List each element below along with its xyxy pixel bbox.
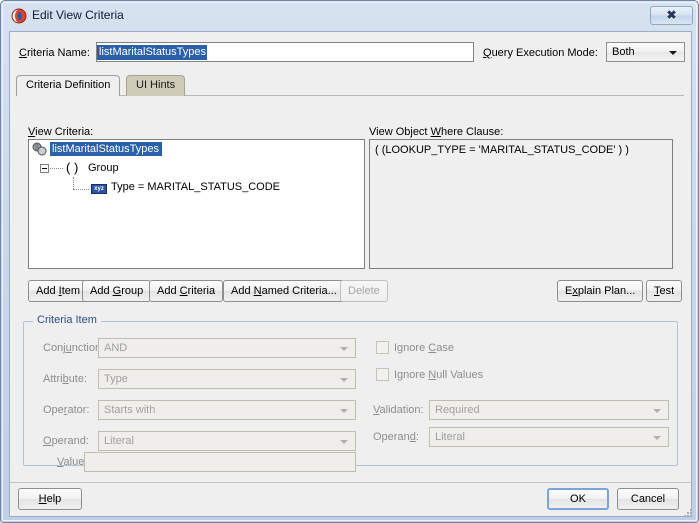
criteria-name-label: Criteria Name:: [19, 47, 90, 59]
attribute-type-icon: xyz: [91, 184, 107, 194]
chevron-down-icon: [669, 51, 677, 55]
tab-criteria-definition[interactable]: Criteria Definition: [16, 75, 121, 96]
operand-right-label: Operand:: [373, 431, 419, 443]
criteria-item-groupbox-title: Criteria Item: [33, 314, 101, 326]
resize-grip[interactable]: [682, 507, 694, 519]
chevron-down-icon: [653, 409, 661, 413]
add-named-criteria-button[interactable]: Add Named Criteria...: [223, 280, 345, 302]
tab-strip: Criteria Definition UI Hints: [16, 75, 684, 96]
add-group-button[interactable]: Add Group: [82, 280, 152, 302]
operand-left-label: Operand:: [43, 435, 89, 447]
view-criteria-tree[interactable]: listMaritalStatusTypes ( ) Group xyz Typ…: [28, 139, 365, 269]
cancel-button[interactable]: Cancel: [617, 488, 679, 510]
operand-left-select: Literal: [98, 431, 356, 451]
tree-item-label: Type = MARITAL_STATUS_CODE: [111, 181, 281, 193]
conjunction-select: AND: [98, 338, 356, 358]
ignore-case-label: Ignore Case: [394, 342, 454, 354]
operand-right-select: Literal: [429, 427, 669, 447]
add-criteria-button[interactable]: Add Criteria: [149, 280, 224, 302]
query-execution-mode-value: Both: [612, 46, 635, 58]
chevron-down-icon: [340, 347, 348, 351]
title-bar[interactable]: Edit View Criteria ✖: [3, 3, 698, 30]
tree-expander-collapse-icon[interactable]: [40, 164, 49, 173]
operator-label: Operator:: [43, 404, 90, 416]
tree-connector: [73, 189, 89, 191]
value-label: Value:: [57, 456, 88, 468]
add-item-button[interactable]: Add Item: [28, 280, 89, 302]
validation-label: Validation:: [373, 404, 424, 416]
tree-connector: [50, 168, 63, 170]
help-button[interactable]: Help: [18, 488, 82, 510]
chevron-down-icon: [340, 378, 348, 382]
view-criteria-label: View Criteria:: [28, 126, 94, 138]
operand-right-value: Literal: [435, 431, 465, 443]
group-paren-icon: ( ): [66, 160, 79, 175]
chevron-down-icon: [340, 409, 348, 413]
tab-criteria-definition-label: Criteria Definition: [26, 79, 111, 91]
operand-left-value: Literal: [104, 435, 134, 447]
attribute-value: Type: [104, 373, 128, 385]
operator-value: Starts with: [104, 404, 156, 416]
ignore-null-values-checkbox: [376, 368, 389, 381]
tree-root-label: listMaritalStatusTypes: [50, 142, 162, 156]
attribute-label: Attribute:: [43, 373, 88, 385]
test-button[interactable]: Test: [646, 280, 683, 302]
conjunction-label: Conjunction:: [43, 342, 105, 354]
tree-row[interactable]: listMaritalStatusTypes: [29, 140, 364, 158]
criteria-name-value: listMaritalStatusTypes: [97, 45, 207, 60]
dialog-window: Edit View Criteria ✖ Criteria Name: list…: [0, 0, 699, 523]
value-input: [84, 452, 356, 472]
footer-separator: [10, 482, 691, 483]
tab-ui-hints[interactable]: UI Hints: [126, 75, 186, 96]
view-object-where-clause-label: View Object Where Clause:: [369, 126, 504, 138]
tree-group-label: Group: [88, 162, 119, 174]
chevron-down-icon: [653, 436, 661, 440]
validation-select: Required: [429, 400, 669, 420]
close-button[interactable]: ✖: [650, 6, 693, 25]
ignore-null-values-label: Ignore Null Values: [394, 369, 484, 381]
attribute-select: Type: [98, 369, 356, 389]
operator-select: Starts with: [98, 400, 356, 420]
ignore-case-checkbox: [376, 341, 389, 354]
tree-connector: [73, 177, 75, 189]
query-execution-mode-label: Query Execution Mode:: [483, 47, 598, 59]
delete-button: Delete: [340, 280, 388, 302]
validation-value: Required: [435, 404, 480, 416]
tree-row[interactable]: ( ) Group: [29, 160, 364, 178]
explain-plan-button[interactable]: Explain Plan...: [557, 280, 644, 302]
jdeveloper-app-icon: [11, 8, 27, 24]
chevron-down-icon: [340, 440, 348, 444]
criteria-name-input[interactable]: listMaritalStatusTypes: [96, 42, 474, 62]
where-clause-text: ( (LOOKUP_TYPE = 'MARITAL_STATUS_CODE' )…: [375, 144, 629, 156]
tree-row[interactable]: xyz Type = MARITAL_STATUS_CODE: [29, 177, 364, 198]
view-object-where-clause-box: ( (LOOKUP_TYPE = 'MARITAL_STATUS_CODE' )…: [369, 139, 673, 269]
ok-button[interactable]: OK: [547, 488, 609, 510]
window-title: Edit View Criteria: [32, 8, 124, 22]
conjunction-value: AND: [104, 342, 128, 354]
criteria-root-icon: [32, 142, 47, 156]
tab-ui-hints-label: UI Hints: [136, 79, 176, 91]
close-icon: ✖: [666, 8, 677, 22]
minus-icon: [42, 168, 47, 169]
query-execution-mode-select[interactable]: Both: [606, 42, 685, 62]
